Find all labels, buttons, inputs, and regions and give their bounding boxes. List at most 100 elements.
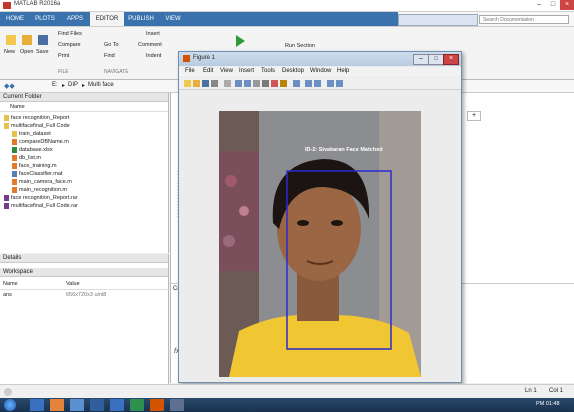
list-item[interactable]: face_training.m xyxy=(4,162,164,170)
find-button[interactable]: Find xyxy=(104,51,115,61)
run-section-button[interactable]: Run Section xyxy=(285,41,315,51)
figure-window[interactable]: Figure 1 – □ × File Edit View Insert Too… xyxy=(178,51,462,383)
menu-desktop[interactable]: Desktop xyxy=(282,68,304,74)
list-item[interactable]: compareDBName.m xyxy=(4,138,164,146)
tab-publish[interactable]: PUBLISH xyxy=(124,12,159,26)
breadcrumb-folder[interactable]: Multi face xyxy=(88,82,114,88)
insert-button[interactable]: Insert xyxy=(146,29,160,39)
list-item[interactable]: database.xlsx xyxy=(4,146,164,154)
pan-icon[interactable] xyxy=(253,80,260,87)
open-button[interactable]: Open xyxy=(20,47,33,57)
start-icon[interactable] xyxy=(4,399,16,411)
list-item[interactable]: face recognition_Report.rar xyxy=(4,194,164,202)
compare-button[interactable]: Compare xyxy=(58,40,81,50)
details-header[interactable]: Details xyxy=(0,254,168,263)
taskbar-app-icon[interactable] xyxy=(170,399,184,411)
figure-close-icon[interactable]: × xyxy=(443,54,459,65)
workspace-header: Workspace xyxy=(0,268,168,277)
legend-icon[interactable] xyxy=(314,80,321,87)
breadcrumb-dip[interactable]: DIP xyxy=(68,82,78,88)
breadcrumb-drive[interactable]: E: xyxy=(52,82,58,88)
workspace-divider xyxy=(0,289,168,290)
m-file-icon xyxy=(12,186,17,193)
details-workspace-panel: Details Workspace Name Value ans 656x720… xyxy=(0,254,169,384)
list-item[interactable]: db_list.m xyxy=(4,154,164,162)
open-icon[interactable] xyxy=(22,35,32,45)
close-icon[interactable]: × xyxy=(560,0,574,10)
list-item[interactable]: multifacefinal_Full Code xyxy=(4,122,164,130)
go-to-button[interactable]: Go To xyxy=(104,40,119,50)
tab-home[interactable]: HOME xyxy=(0,12,31,26)
print-icon[interactable] xyxy=(211,80,218,87)
run-icon[interactable] xyxy=(236,35,245,47)
find-files-button[interactable]: Find Files xyxy=(58,29,82,39)
brush-icon[interactable] xyxy=(280,80,287,87)
hide-plot-tools-icon[interactable] xyxy=(327,80,334,87)
figure-minimize-icon[interactable]: – xyxy=(413,54,429,65)
taskbar-app-icon[interactable] xyxy=(50,399,64,411)
list-item[interactable]: multifacefinal_Full Code.rar xyxy=(4,202,164,210)
data-cursor-icon[interactable] xyxy=(271,80,278,87)
list-item[interactable]: main_recognition.m xyxy=(4,186,164,194)
taskbar-app-icon[interactable] xyxy=(30,399,44,411)
taskbar-app-icon[interactable] xyxy=(130,399,144,411)
workspace-var-name[interactable]: ans xyxy=(3,292,12,298)
rar-file-icon xyxy=(4,194,9,201)
taskbar-matlab-icon[interactable] xyxy=(150,399,164,411)
menu-help[interactable]: Help xyxy=(337,68,349,74)
taskbar: PM 01:48 xyxy=(0,398,574,412)
menu-file[interactable]: File xyxy=(185,68,195,74)
tab-plots[interactable]: PLOTS xyxy=(30,12,61,26)
new-button[interactable]: New xyxy=(4,47,15,57)
save-figure-icon[interactable] xyxy=(202,80,209,87)
tab-editor[interactable]: EDITOR xyxy=(90,12,125,26)
menu-window[interactable]: Window xyxy=(310,68,331,74)
current-folder-panel: Current Folder Name face recognition_Rep… xyxy=(0,93,169,253)
breadcrumb-sep-icon: ▸ xyxy=(82,83,86,89)
tab-apps[interactable]: APPS xyxy=(60,12,91,26)
comment-button[interactable]: Comment xyxy=(138,40,162,50)
figure-maximize-icon[interactable]: □ xyxy=(428,54,444,65)
zoom-out-icon[interactable] xyxy=(244,80,251,87)
link-icon[interactable] xyxy=(293,80,300,87)
figure-menu-bar: File Edit View Insert Tools Desktop Wind… xyxy=(179,67,461,77)
open-file-icon[interactable] xyxy=(193,80,200,87)
rotate-icon[interactable] xyxy=(262,80,269,87)
taskbar-app-icon[interactable] xyxy=(110,399,124,411)
zoom-in-icon[interactable] xyxy=(235,80,242,87)
indent-button[interactable]: Indent xyxy=(146,51,161,61)
new-figure-icon[interactable] xyxy=(184,80,191,87)
rar-file-icon xyxy=(4,202,9,209)
back-forward-icon[interactable]: ◆◆ xyxy=(4,82,15,90)
list-item[interactable]: train_dataset xyxy=(4,130,164,138)
taskbar-app-icon[interactable] xyxy=(90,399,104,411)
show-plot-tools-icon[interactable] xyxy=(336,80,343,87)
tab-view[interactable]: VIEW xyxy=(158,12,189,26)
search-input[interactable]: Search Documentation xyxy=(479,15,569,24)
new-tab-icon[interactable]: + xyxy=(467,111,481,121)
new-icon[interactable] xyxy=(6,35,16,45)
list-item[interactable]: face recognition_Report xyxy=(4,114,164,122)
quick-access-toolbar[interactable] xyxy=(398,14,478,26)
status-bar: Ln 1 Col 1 xyxy=(0,384,574,399)
taskbar-app-icon[interactable] xyxy=(70,399,84,411)
menu-edit[interactable]: Edit xyxy=(203,68,213,74)
maximize-icon[interactable]: □ xyxy=(546,0,560,10)
folder-icon xyxy=(4,114,9,121)
menu-tools[interactable]: Tools xyxy=(261,68,275,74)
window-title: MATLAB R2016a xyxy=(14,1,61,7)
list-item[interactable]: faceClassifier.mat xyxy=(4,170,164,178)
pointer-icon[interactable] xyxy=(224,80,231,87)
minimize-icon[interactable]: – xyxy=(532,0,546,10)
workspace-value-column[interactable]: Value xyxy=(66,281,80,287)
save-button[interactable]: Save xyxy=(36,47,49,57)
print-button[interactable]: Print xyxy=(58,51,69,61)
menu-insert[interactable]: Insert xyxy=(239,68,254,74)
name-column-header[interactable]: Name xyxy=(0,103,168,112)
list-item[interactable]: main_camera_face.m xyxy=(4,178,164,186)
workspace-name-column[interactable]: Name xyxy=(3,281,18,287)
save-icon[interactable] xyxy=(38,35,48,45)
menu-view[interactable]: View xyxy=(220,68,233,74)
clock: PM 01:48 xyxy=(536,401,560,407)
colorbar-icon[interactable] xyxy=(305,80,312,87)
